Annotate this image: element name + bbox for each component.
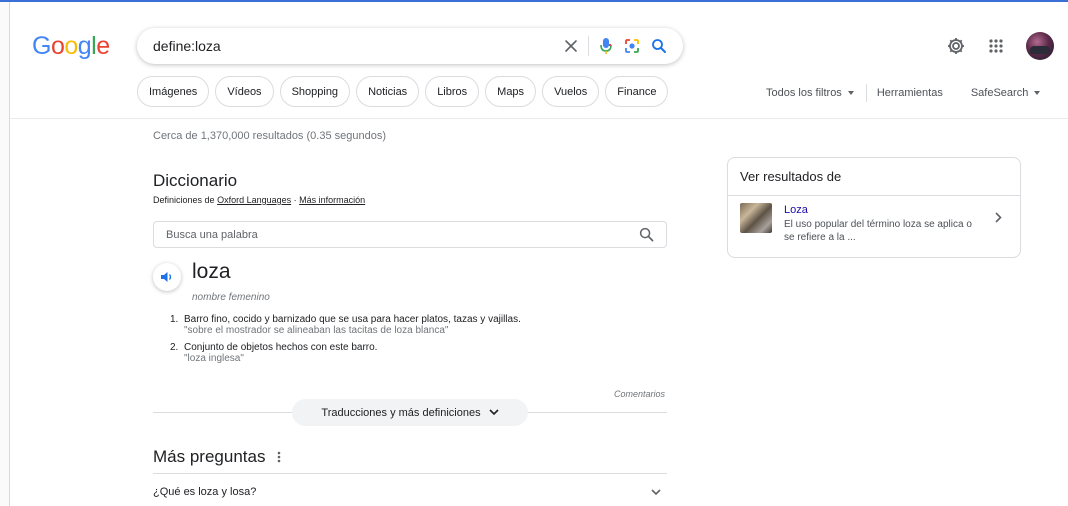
result-title-link[interactable]: Loza — [784, 204, 984, 216]
search-icon[interactable] — [639, 227, 654, 242]
more-info-link[interactable]: Más información — [299, 195, 365, 205]
chevron-right-icon — [995, 212, 1002, 223]
all-filters-label: Todos los filtros — [766, 87, 842, 99]
account-bar — [946, 32, 1054, 60]
feedback-link[interactable]: Comentarios — [614, 389, 665, 399]
chip-finance[interactable]: Finance — [605, 76, 669, 107]
search-divider — [588, 36, 589, 56]
apps-grid-icon[interactable] — [988, 38, 1004, 54]
settings-icon[interactable] — [946, 36, 966, 56]
definition-number: 1. — [170, 314, 179, 325]
window-top-border — [0, 0, 1068, 2]
definition-number: 2. — [170, 342, 179, 353]
definition-example: "sobre el mostrador se alineaban las tac… — [184, 325, 449, 336]
tools-divider — [865, 84, 867, 102]
search-type-chips: Imágenes Vídeos Shopping Noticias Libros… — [137, 76, 669, 107]
result-stats: Cerca de 1,370,000 resultados (0.35 segu… — [153, 130, 386, 142]
headword: loza — [192, 260, 231, 283]
source-prefix: Definiciones de — [153, 195, 215, 205]
paa-question-text: ¿Qué es loza y losa? — [153, 486, 257, 498]
search-input[interactable]: define:loza — [137, 38, 564, 54]
people-also-ask-title: Más preguntas — [153, 447, 281, 467]
result-thumbnail — [740, 203, 772, 233]
window-left-edge — [0, 2, 10, 506]
logo-letter: G — [32, 32, 51, 60]
chip-shopping[interactable]: Shopping — [279, 76, 351, 107]
chip-imagenes[interactable]: Imágenes — [137, 76, 210, 107]
definition-text: Conjunto de objetos hechos con este barr… — [184, 342, 378, 353]
chip-libros[interactable]: Libros — [425, 76, 480, 107]
part-of-speech: nombre femenino — [192, 292, 270, 303]
source-separator: · — [291, 195, 300, 205]
definitions-list: 1. Barro fino, cocido y barnizado que se… — [170, 314, 650, 370]
chevron-down-icon — [847, 91, 854, 96]
dictionary-title: Diccionario — [153, 171, 238, 190]
more-definitions-label: Traducciones y más definiciones — [321, 406, 481, 419]
chevron-down-icon — [1034, 91, 1041, 96]
oxford-languages-link[interactable]: Oxford Languages — [217, 195, 291, 205]
result-description: El uso popular del término loza se aplic… — [784, 219, 972, 243]
all-filters-button[interactable]: Todos los filtros — [766, 87, 854, 99]
definition-item: 2. Conjunto de objetos hechos con este b… — [170, 342, 650, 364]
chip-maps[interactable]: Maps — [485, 76, 537, 107]
search-box[interactable]: define:loza — [137, 28, 683, 64]
panel-result-item[interactable]: Loza El uso popular del término loza se … — [728, 196, 1020, 252]
logo-letter: o — [64, 32, 78, 60]
chevron-down-icon — [489, 409, 499, 416]
see-results-about-panel: Ver resultados de Loza El uso popular de… — [727, 157, 1021, 258]
definition-example: "loza inglesa" — [184, 353, 244, 364]
paa-divider — [153, 473, 667, 474]
logo-letter: e — [96, 32, 110, 60]
google-logo[interactable]: Google — [32, 32, 110, 61]
chip-videos[interactable]: Vídeos — [215, 76, 274, 107]
search-tools: Todos los filtros Herramientas SafeSearc… — [766, 84, 1041, 102]
chevron-down-icon — [651, 488, 661, 496]
safesearch-label: SafeSearch — [970, 87, 1029, 99]
logo-letter: o — [50, 32, 65, 60]
chip-vuelos[interactable]: Vuelos — [542, 76, 600, 107]
definition-text: Barro fino, cocido y barnizado que se us… — [184, 314, 521, 325]
paa-question[interactable]: ¿Qué es loza y losa? — [153, 480, 667, 504]
chip-noticias[interactable]: Noticias — [356, 76, 420, 107]
people-also-ask-label: Más preguntas — [153, 447, 266, 466]
clear-icon[interactable] — [564, 39, 578, 53]
definition-item: 1. Barro fino, cocido y barnizado que se… — [170, 314, 650, 336]
lens-icon[interactable] — [623, 37, 641, 55]
header-divider — [10, 118, 1068, 119]
word-search-field[interactable]: Busca una palabra — [153, 221, 667, 248]
pronunciation-button[interactable] — [153, 263, 181, 291]
safesearch-button[interactable]: SafeSearch — [970, 87, 1041, 99]
dictionary-source: Definiciones de Oxford Languages · Más i… — [153, 195, 365, 205]
panel-title: Ver resultados de — [728, 158, 1020, 196]
search-icon[interactable] — [651, 38, 667, 54]
word-search-placeholder: Busca una palabra — [166, 228, 258, 241]
avatar[interactable] — [1026, 32, 1054, 60]
more-options-icon[interactable] — [277, 451, 281, 463]
logo-letter: g — [77, 32, 92, 60]
microphone-icon[interactable] — [599, 37, 613, 55]
more-definitions-button[interactable]: Traducciones y más definiciones — [292, 399, 528, 426]
tools-button[interactable]: Herramientas — [877, 87, 943, 99]
speaker-icon — [160, 270, 174, 284]
